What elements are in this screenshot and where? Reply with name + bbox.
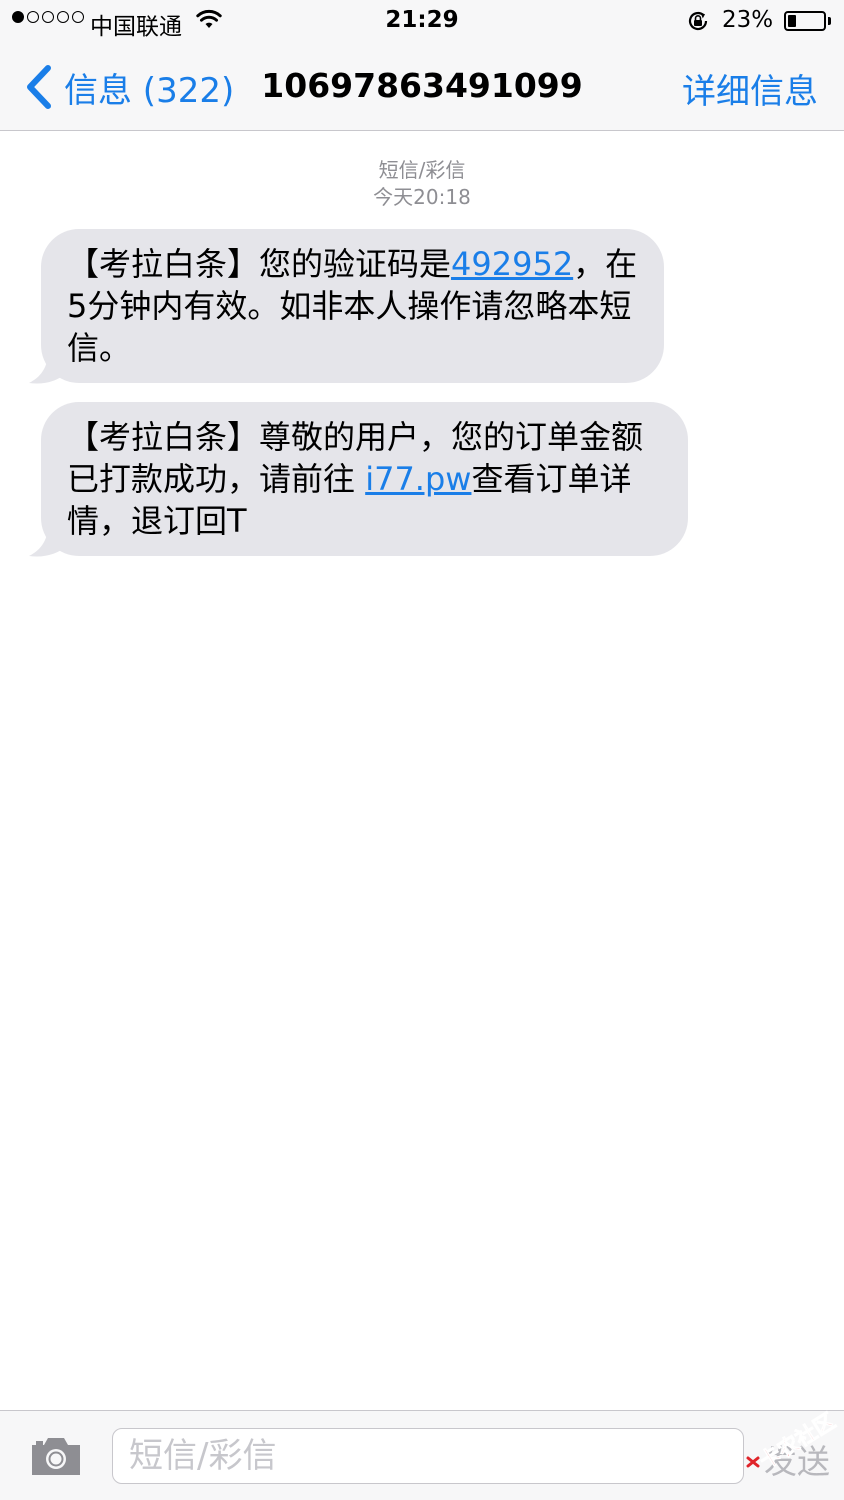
back-to-messages-button[interactable]: 信息 (322) bbox=[22, 62, 234, 112]
status-time: 21:29 bbox=[385, 7, 459, 33]
battery-percent: 23% bbox=[722, 7, 774, 33]
status-bar: 中国联通 21:29 23% bbox=[0, 0, 844, 44]
verification-code-link[interactable]: 492952 bbox=[451, 245, 573, 283]
message-input[interactable] bbox=[112, 1428, 744, 1484]
details-button[interactable]: 详细信息 bbox=[682, 64, 818, 113]
message-bubble-received[interactable]: 【考拉白条】尊敬的用户，您的订单金额已打款成功，请前往 i77.pw查看订单详情… bbox=[41, 402, 688, 556]
back-button-label: 信息 (322) bbox=[64, 70, 235, 111]
battery-icon bbox=[784, 11, 826, 31]
chevron-left-icon bbox=[27, 65, 51, 109]
message-composer: 发送 bbox=[0, 1410, 844, 1500]
top-bar: 中国联通 21:29 23% 信息 (322) 10697863491099 详… bbox=[0, 0, 844, 131]
camera-icon[interactable] bbox=[28, 1433, 84, 1479]
message-bubble-received[interactable]: 【考拉白条】您的验证码是492952，在5分钟内有效。如非本人操作请忽略本短信。 bbox=[41, 229, 664, 383]
battery-nub bbox=[828, 17, 831, 25]
rotation-lock-icon bbox=[688, 11, 708, 31]
message-timestamp: 今天20:18 bbox=[373, 185, 471, 209]
conversation-title: 10697863491099 bbox=[261, 66, 583, 105]
message-type-label: 短信/彩信 bbox=[378, 158, 466, 182]
navigation-bar: 信息 (322) 10697863491099 详细信息 bbox=[0, 44, 844, 131]
thread-header: 短信/彩信 今天20:18 bbox=[0, 157, 844, 211]
battery-level-fill bbox=[788, 15, 796, 27]
message-text: 【考拉白条】您的验证码是 bbox=[67, 245, 452, 283]
send-button[interactable]: 发送 bbox=[764, 1435, 830, 1483]
url-link[interactable]: i77.pw bbox=[365, 460, 471, 498]
